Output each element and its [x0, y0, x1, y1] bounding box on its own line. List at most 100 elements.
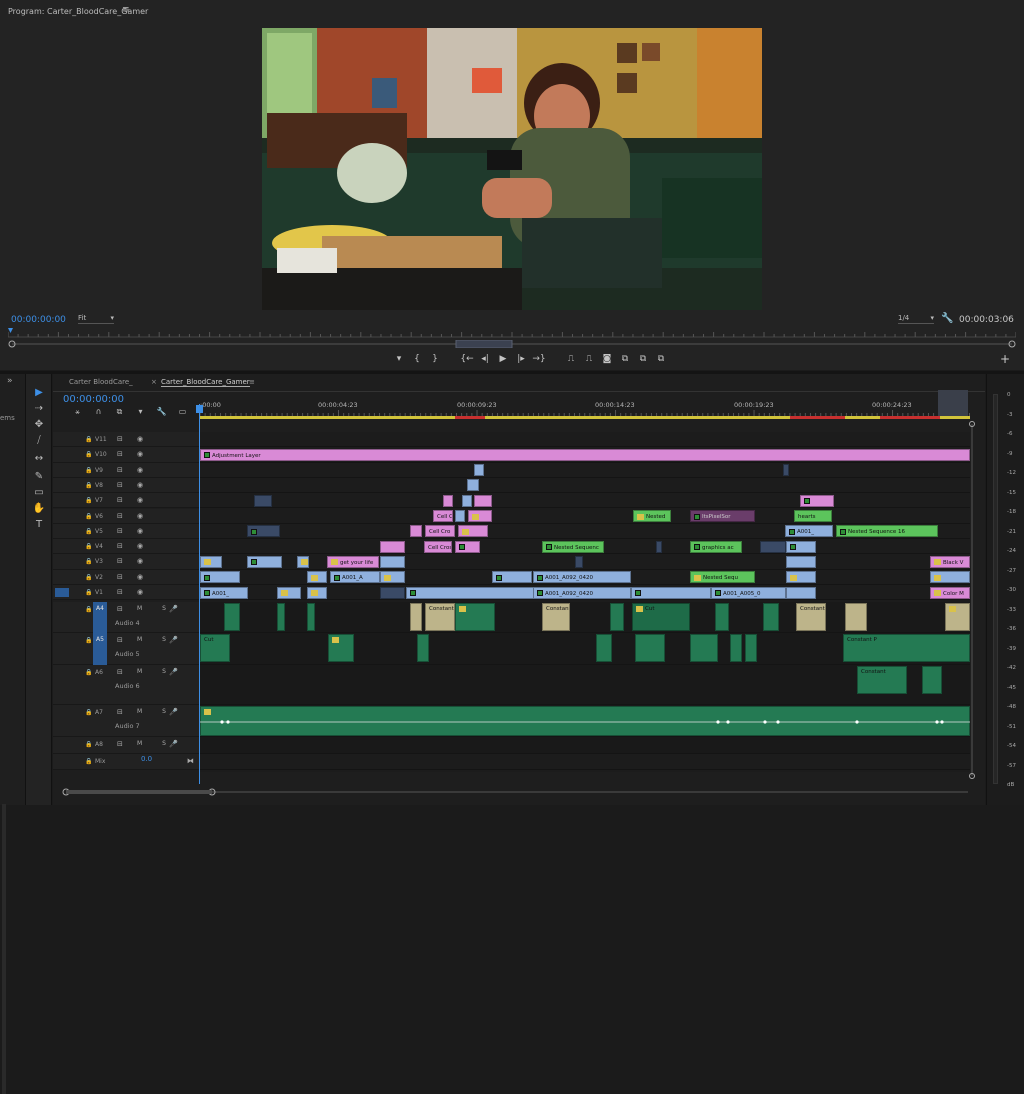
- track-area[interactable]: Adjustment Layer Cell Cros Nested ItsPixelS…: [200, 432, 970, 772]
- track-lane-v8[interactable]: [200, 478, 970, 494]
- clip-v6[interactable]: hearts: [794, 510, 832, 522]
- clip-v2[interactable]: [200, 571, 240, 584]
- clip-v2[interactable]: [307, 571, 327, 584]
- clip-a4[interactable]: [715, 603, 729, 632]
- track-name[interactable]: V10: [95, 451, 107, 458]
- clip-v4[interactable]: [760, 540, 786, 553]
- track-lane-a8[interactable]: [200, 737, 970, 755]
- clip-a5[interactable]: Cut: [200, 634, 230, 663]
- source-patch-v1[interactable]: [55, 588, 69, 597]
- razor-tool-icon[interactable]: ⧸: [30, 434, 48, 448]
- program-playhead-timecode[interactable]: 00:00:00:00: [11, 315, 66, 325]
- clip-v8[interactable]: [467, 479, 479, 492]
- go-to-in-icon[interactable]: {←: [458, 352, 476, 366]
- clip-v9[interactable]: [474, 464, 484, 477]
- timeline-settings-wrench-icon[interactable]: 🔧: [151, 407, 172, 416]
- clip-v6[interactable]: Cell Cros: [433, 510, 453, 522]
- clip-a4[interactable]: Constant: [796, 603, 826, 632]
- clip-a4[interactable]: [455, 603, 495, 632]
- clip-v10[interactable]: Adjustment Layer: [200, 448, 970, 461]
- extract-icon[interactable]: ⎍: [580, 352, 598, 366]
- clip-a6[interactable]: [922, 666, 942, 695]
- selection-tool-icon[interactable]: ▶: [30, 386, 48, 400]
- clip-a4[interactable]: [610, 603, 624, 632]
- expand-panel-chevron-icon[interactable]: »: [7, 376, 13, 386]
- compare-icon[interactable]: ⧉: [652, 352, 670, 366]
- sync-lock-icon[interactable]: ⊟: [117, 481, 123, 489]
- clip-v4[interactable]: [380, 540, 405, 553]
- slip-tool-icon[interactable]: ↔: [30, 452, 48, 466]
- eye-icon[interactable]: ◉: [137, 557, 143, 565]
- clip-v1[interactable]: Color M: [930, 586, 970, 599]
- track-name[interactable]: A6: [95, 669, 103, 676]
- clip-v2[interactable]: A001_A: [330, 571, 380, 584]
- lock-icon[interactable]: 🔒: [85, 543, 92, 550]
- lock-icon[interactable]: 🔒: [85, 741, 92, 748]
- track-target[interactable]: A5: [93, 633, 107, 666]
- sync-lock-icon[interactable]: ⊟: [117, 466, 123, 474]
- linked-selection-icon[interactable]: ⧉: [109, 407, 130, 417]
- clip-a5[interactable]: [417, 634, 429, 663]
- track-name[interactable]: V6: [95, 513, 103, 520]
- add-marker-icon[interactable]: ▾: [130, 407, 151, 416]
- clip-a5[interactable]: [328, 634, 354, 663]
- clip-v3[interactable]: [380, 555, 405, 568]
- timeline-playhead-timecode[interactable]: 00:00:00:00: [63, 394, 124, 405]
- track-target[interactable]: A4: [93, 602, 107, 634]
- lock-icon[interactable]: 🔒: [85, 497, 92, 504]
- clip-v4[interactable]: [656, 540, 662, 553]
- clip-v7[interactable]: [474, 494, 492, 507]
- lock-icon[interactable]: 🔒: [85, 758, 92, 765]
- work-area-bar[interactable]: [200, 416, 970, 419]
- step-back-icon[interactable]: ◂|: [476, 352, 494, 366]
- playback-resolution-select[interactable]: 1/4 ▾: [898, 314, 934, 324]
- sync-lock-icon[interactable]: ⊟: [117, 588, 123, 596]
- track-name[interactable]: V7: [95, 497, 103, 504]
- sync-lock-icon[interactable]: ⊟: [117, 708, 123, 716]
- timeline-vertical-scrollbar[interactable]: [969, 420, 975, 780]
- clip-v4[interactable]: [786, 540, 816, 553]
- clip-v5[interactable]: A001_: [785, 525, 833, 538]
- clip-v3[interactable]: [247, 555, 282, 568]
- clip-a4[interactable]: [277, 603, 285, 632]
- clip-v1[interactable]: A001_A005_0: [711, 586, 786, 599]
- project-panel-scrollbar[interactable]: [2, 804, 6, 1094]
- tab-menu-icon[interactable]: ≡: [249, 378, 255, 386]
- insert-icon[interactable]: ⧉: [616, 352, 634, 366]
- clip-v7[interactable]: [254, 494, 272, 507]
- track-lane-a6[interactable]: [200, 665, 970, 706]
- sync-lock-icon[interactable]: ⊟: [117, 668, 123, 676]
- clip-v6[interactable]: ItsPixelSor: [690, 510, 755, 522]
- clip-v5[interactable]: Cell Cro: [425, 525, 455, 538]
- sync-lock-icon[interactable]: ⊟: [117, 542, 123, 550]
- eye-icon[interactable]: ◉: [137, 450, 143, 458]
- lock-icon[interactable]: 🔒: [85, 436, 92, 443]
- clip-a4[interactable]: Constant: [425, 603, 455, 632]
- track-lane-v9[interactable]: [200, 463, 970, 478]
- button-editor-plus-icon[interactable]: +: [1000, 352, 1010, 366]
- rectangle-tool-icon[interactable]: ▭: [30, 486, 48, 500]
- clip-v1[interactable]: [307, 586, 327, 599]
- clip-v5[interactable]: [410, 525, 422, 538]
- mark-in-icon[interactable]: {: [408, 352, 426, 366]
- eye-icon[interactable]: ◉: [137, 542, 143, 550]
- lock-icon[interactable]: 🔒: [85, 528, 92, 535]
- clip-v3[interactable]: [200, 555, 222, 568]
- clip-v1[interactable]: A001_: [200, 586, 248, 599]
- clip-a4[interactable]: Constant: [542, 603, 570, 632]
- clip-a4[interactable]: [307, 603, 315, 632]
- sync-lock-icon[interactable]: ⊟: [117, 512, 123, 520]
- track-lane-v7[interactable]: [200, 493, 970, 509]
- snap-magnet-icon[interactable]: ∩: [88, 407, 109, 416]
- eye-icon[interactable]: ◉: [137, 481, 143, 489]
- clip-a5[interactable]: [730, 634, 742, 663]
- clip-v2[interactable]: [380, 571, 405, 584]
- track-name[interactable]: V11: [95, 436, 107, 443]
- add-marker-icon[interactable]: ▾: [390, 352, 408, 366]
- sync-lock-icon[interactable]: ⊟: [117, 450, 123, 458]
- overwrite-icon[interactable]: ⧉: [634, 352, 652, 366]
- clip-a5[interactable]: [690, 634, 718, 663]
- pen-tool-icon[interactable]: ✎: [30, 470, 48, 484]
- clip-v4[interactable]: [455, 540, 480, 553]
- timeline-time-ruler[interactable]: :00:00 00:00:04:23 00:00:09:23 00:00:14:23 0…: [200, 401, 970, 416]
